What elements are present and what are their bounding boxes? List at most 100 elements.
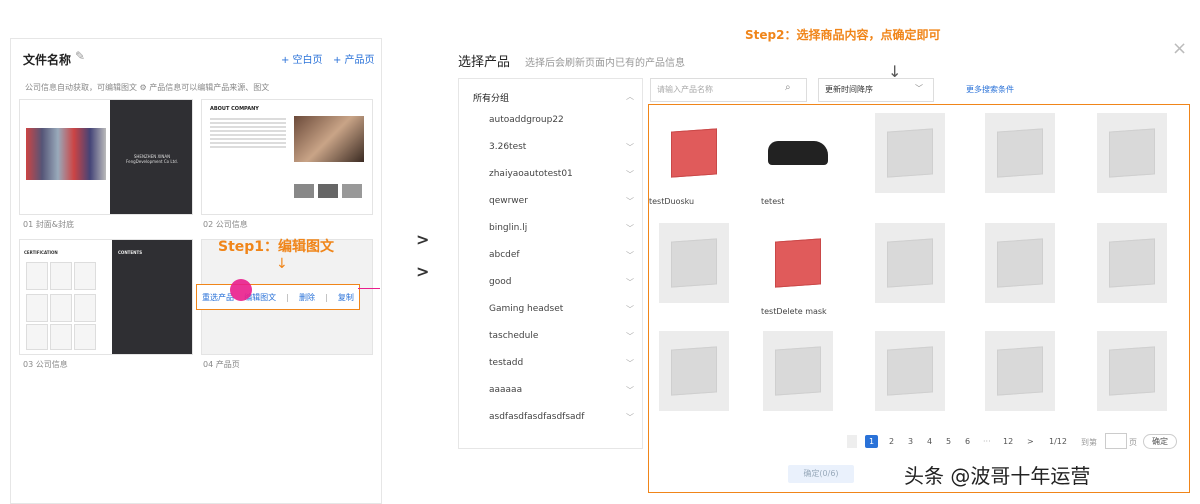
cover-photo: [26, 128, 106, 180]
dialog-subtitle: 选择后会刷新页面内已有的产品信息: [525, 58, 685, 69]
chevron-down-icon[interactable]: ﹀: [626, 223, 634, 234]
category-item[interactable]: taschedule: [489, 331, 538, 341]
product-tile[interactable]: [1097, 223, 1167, 303]
product-tile[interactable]: [659, 113, 729, 193]
pointer-line: [358, 288, 380, 289]
cube-image: [887, 346, 933, 396]
category-item[interactable]: binglin.lj: [489, 223, 527, 233]
category-header[interactable]: 所有分组: [473, 91, 509, 104]
reselect-product-button[interactable]: 重选产品: [202, 292, 234, 303]
category-item[interactable]: zhaiyaoautotest01: [489, 169, 573, 179]
chevron-down-icon[interactable]: ﹀: [626, 304, 634, 315]
product-tile[interactable]: [1097, 113, 1167, 193]
dialog-confirm-button[interactable]: 确定(0/6): [788, 465, 854, 483]
search-placeholder: 请输入产品名称: [657, 85, 713, 94]
cert-doc: [74, 262, 96, 290]
product-tile[interactable]: [985, 223, 1055, 303]
category-item[interactable]: autoaddgroup22: [489, 115, 564, 125]
page-unit: 页: [1129, 438, 1137, 447]
category-item[interactable]: abcdef: [489, 250, 520, 260]
chevron-down-icon[interactable]: ﹀: [626, 331, 634, 342]
category-item[interactable]: asdfasdfasdfasdfsadf: [489, 412, 584, 422]
page-2[interactable]: 2: [889, 437, 894, 446]
about-title: ABOUT COMPANY: [210, 106, 259, 112]
chevron-down-icon[interactable]: ﹀: [626, 250, 634, 261]
about-small-photo: [342, 184, 362, 198]
sort-select[interactable]: 更新时间降序 ﹀: [818, 78, 934, 102]
chevron-down-icon[interactable]: ﹀: [626, 169, 634, 180]
more-filters-link[interactable]: 更多搜索条件: [966, 84, 1014, 95]
search-input[interactable]: 请输入产品名称 ⌕: [650, 78, 807, 102]
chevron-right-icon: >: [416, 262, 430, 281]
chevron-down-icon[interactable]: ﹀: [626, 142, 634, 153]
left-page-panel: 文件名称 ✎ + 空白页 + 产品页 公司信息自动获取，可编辑图文 ⚙ 产品信息…: [10, 38, 382, 504]
cube-image: [1109, 128, 1155, 178]
add-blank-page-button[interactable]: + 空白页: [281, 51, 323, 66]
cube-image: [671, 128, 717, 178]
chevron-right-icon: >: [416, 230, 430, 249]
product-tile[interactable]: [985, 331, 1055, 411]
cube-image: [671, 346, 717, 396]
chevron-up-icon[interactable]: ︿: [626, 91, 634, 102]
page-5[interactable]: 5: [946, 437, 951, 446]
search-icon[interactable]: ⌕: [785, 82, 791, 93]
page-6[interactable]: 6: [965, 437, 970, 446]
category-item[interactable]: aaaaaa: [489, 385, 522, 395]
chevron-down-icon[interactable]: ﹀: [626, 277, 634, 288]
about-text-lines: [210, 116, 286, 150]
product-tile[interactable]: [659, 331, 729, 411]
page-3[interactable]: 3: [908, 437, 913, 446]
product-tile[interactable]: [763, 113, 833, 193]
category-item[interactable]: Gaming headset: [489, 304, 563, 314]
box-image: [887, 238, 933, 288]
close-icon[interactable]: ×: [1172, 38, 1187, 59]
cube-image: [997, 238, 1043, 288]
product-tile[interactable]: [763, 223, 833, 303]
product-grid: testDuosku tetest testDelete mask 1 2 3 4 …: [648, 104, 1190, 493]
chevron-down-icon[interactable]: ﹀: [626, 358, 634, 369]
category-item[interactable]: testadd: [489, 358, 523, 368]
prev-page-button[interactable]: [847, 435, 857, 448]
cert-doc: [26, 262, 48, 290]
thumb-certification[interactable]: CERTIFICATION CONTENTS: [19, 239, 193, 355]
cert-doc: [50, 262, 72, 290]
category-item[interactable]: qewrwer: [489, 196, 528, 206]
thumb-about[interactable]: ABOUT COMPANY: [201, 99, 373, 215]
product-tile[interactable]: [875, 223, 945, 303]
cube-image: [671, 238, 717, 288]
category-item[interactable]: 3.26test: [489, 142, 526, 152]
cube-image: [997, 346, 1043, 396]
contents-title: CONTENTS: [118, 250, 143, 255]
goto-confirm-button[interactable]: 确定: [1143, 434, 1177, 449]
product-tile[interactable]: [659, 223, 729, 303]
page-12[interactable]: 12: [1003, 437, 1013, 446]
goto-page-input[interactable]: [1105, 433, 1127, 449]
chevron-down-icon[interactable]: ﹀: [626, 385, 634, 396]
step2-annotation: Step2：选择商品内容，点确定即可: [745, 28, 941, 42]
copy-button[interactable]: 复制: [338, 292, 354, 303]
thumb-cover[interactable]: SHENZHEN XINAN FengDevelopment Co Ltd.: [19, 99, 193, 215]
delete-button[interactable]: 删除: [299, 292, 315, 303]
cube-image: [775, 238, 821, 288]
cert-doc: [74, 294, 96, 322]
cert-doc: [26, 294, 48, 322]
next-page-button[interactable]: >: [1027, 437, 1034, 446]
dialog-title: 选择产品: [458, 55, 511, 70]
product-tile[interactable]: [763, 331, 833, 411]
chevron-down-icon[interactable]: ﹀: [626, 412, 634, 423]
cert-doc: [26, 324, 48, 350]
cube-image: [775, 346, 821, 396]
product-tile[interactable]: [1097, 331, 1167, 411]
product-tile[interactable]: [875, 113, 945, 193]
category-item[interactable]: good: [489, 277, 511, 287]
product-tile[interactable]: [985, 113, 1055, 193]
chevron-down-icon: ﹀: [915, 84, 923, 93]
add-product-page-button[interactable]: + 产品页: [333, 51, 375, 66]
edit-icon[interactable]: ✎: [75, 49, 85, 63]
product-tile[interactable]: [875, 331, 945, 411]
file-name-title: 文件名称: [23, 53, 72, 67]
chevron-down-icon[interactable]: ﹀: [626, 196, 634, 207]
page-1[interactable]: 1: [865, 435, 878, 448]
cert-doc: [74, 324, 96, 350]
page-4[interactable]: 4: [927, 437, 932, 446]
